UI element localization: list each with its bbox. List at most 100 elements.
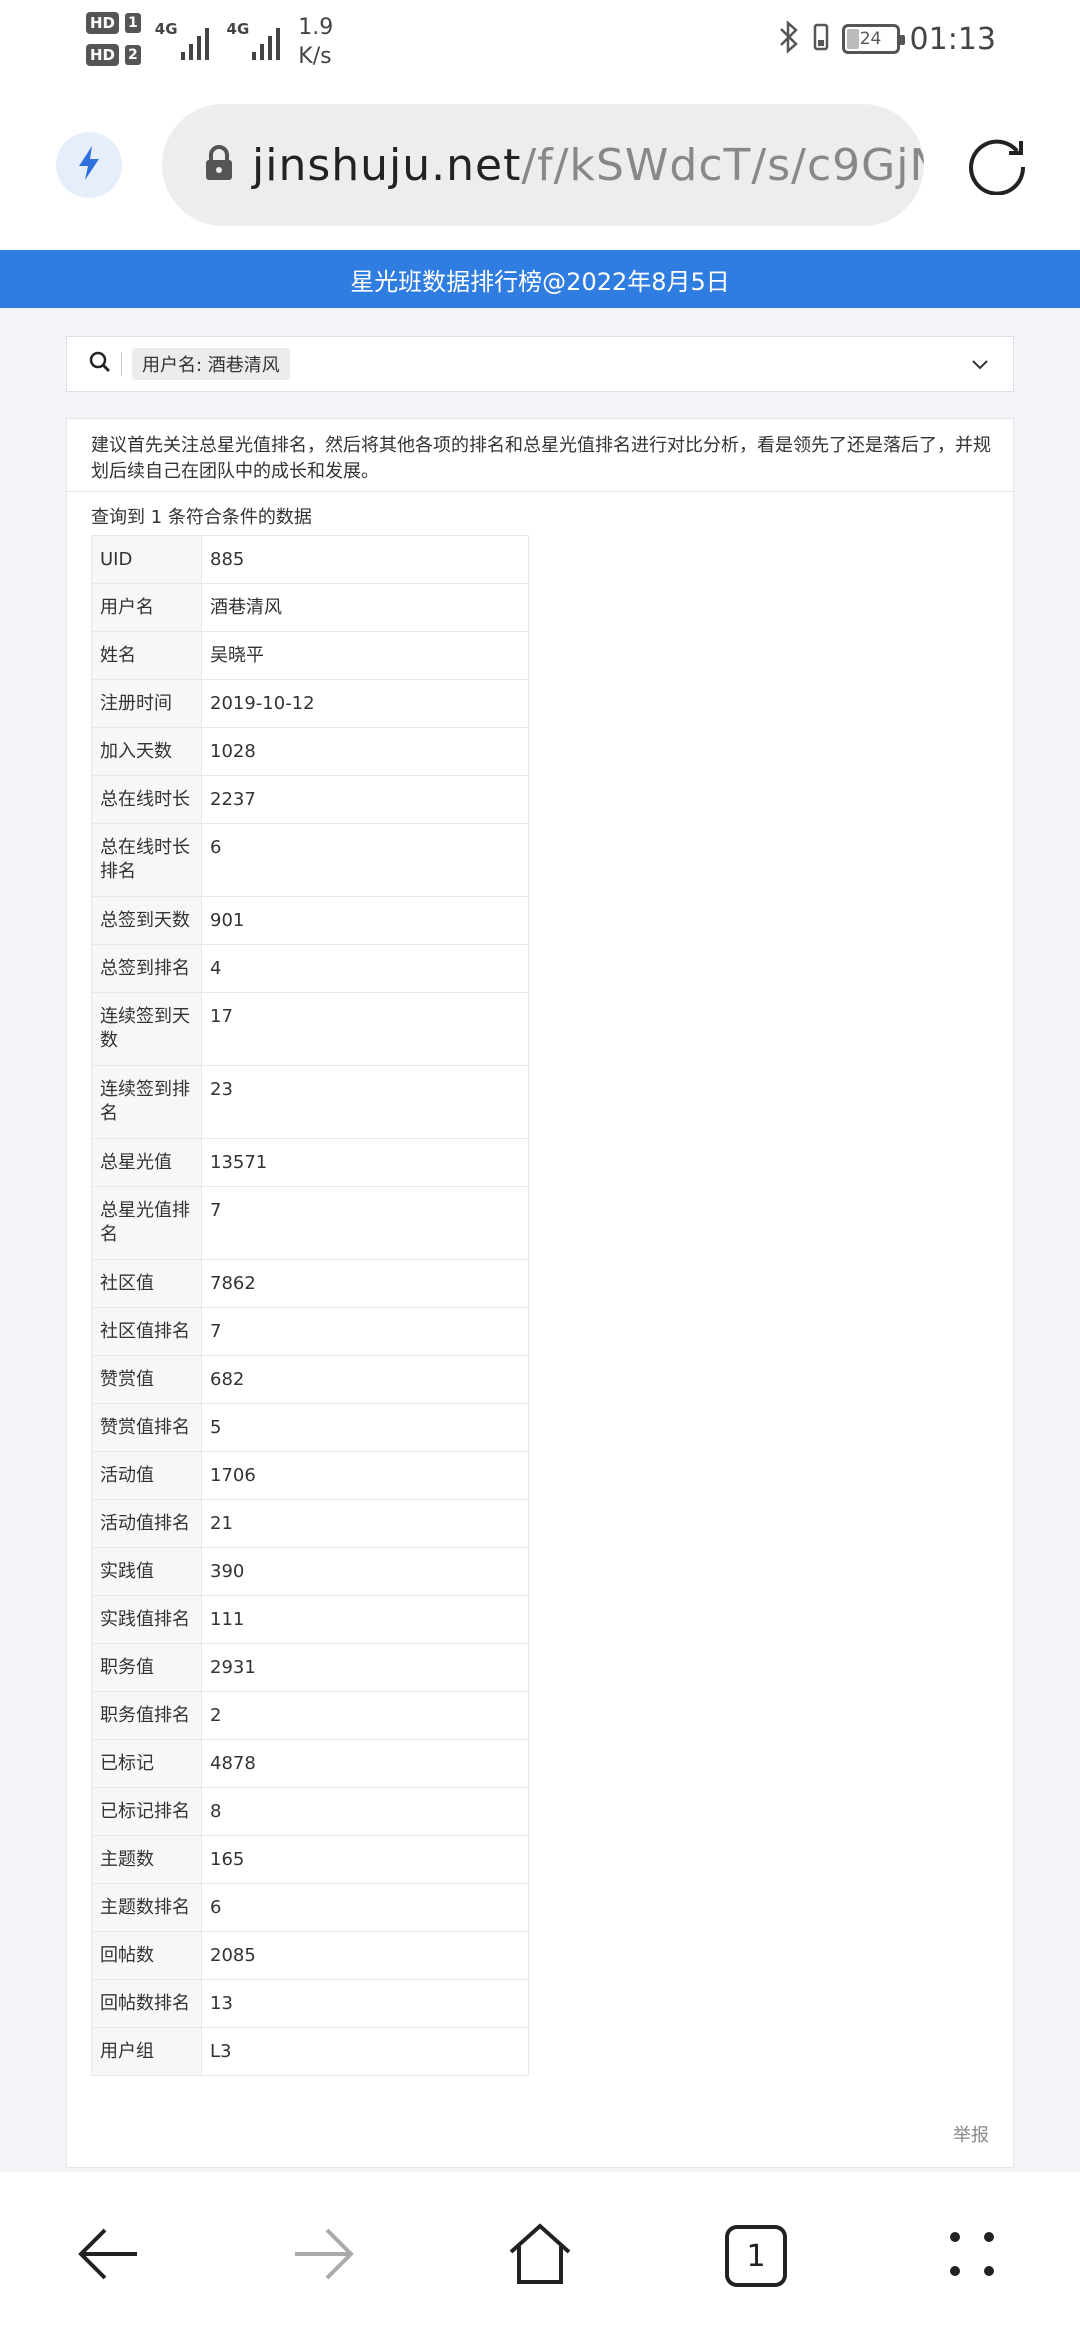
result-table: UID 885 用户名 酒巷清风 姓名 吴晓平 注册时间 2019-10-12 加入天数 1028… xyxy=(91,535,529,2076)
field-value: 2085 xyxy=(201,1931,529,1980)
url-host: jinshuju.net xyxy=(252,139,522,191)
field-value: 682 xyxy=(201,1355,529,1404)
field-value: 23 xyxy=(201,1065,529,1139)
speed-unit: K/s xyxy=(298,44,332,69)
field-value: 885 xyxy=(201,535,529,584)
field-label: 已标记 xyxy=(91,1739,202,1788)
table-row: 连续签到天数 17 xyxy=(91,992,529,1066)
network-speed: 1.9 K/s xyxy=(298,12,333,70)
signal-icon xyxy=(180,20,209,60)
divider xyxy=(67,491,1013,492)
lock-icon xyxy=(204,144,234,186)
search-icon xyxy=(89,351,111,377)
field-value: 2237 xyxy=(201,775,529,824)
table-row: 活动值 1706 xyxy=(91,1451,529,1500)
table-row: 总星光值排名 7 xyxy=(91,1186,529,1260)
table-row: 总星光值 13571 xyxy=(91,1138,529,1187)
table-row: 职务值排名 2 xyxy=(91,1691,529,1740)
field-value: 2931 xyxy=(201,1643,529,1692)
page-title-banner: 星光班数据排行榜@2022年8月5日 xyxy=(0,250,1080,308)
network-2: 4G xyxy=(227,20,281,60)
field-value: 2019-10-12 xyxy=(201,679,529,728)
url-bar[interactable]: jinshuju.net/f/kSWdcT/s/c9GjND xyxy=(162,104,924,226)
tab-count: 1 xyxy=(746,2238,766,2274)
clock: 01:13 xyxy=(909,21,996,57)
field-label: 活动值 xyxy=(91,1451,202,1500)
table-row: 总在线时长 2237 xyxy=(91,775,529,824)
battery-fill xyxy=(846,29,859,49)
field-value: 4 xyxy=(201,944,529,993)
chevron-down-icon[interactable] xyxy=(971,355,989,377)
status-left: HD 1 HD 2 4G 4G 1.9 K/s xyxy=(86,12,333,70)
tabs-icon: 1 xyxy=(725,2225,787,2287)
field-label: 活动值排名 xyxy=(91,1499,202,1548)
table-row: 总签到天数 901 xyxy=(91,896,529,945)
field-label: 主题数排名 xyxy=(91,1883,202,1932)
table-row: 总在线时长排名 6 xyxy=(91,823,529,897)
status-bar: HD 1 HD 2 4G 4G 1.9 K/s 24 01:13 xyxy=(0,0,1080,90)
field-label: 回帖数 xyxy=(91,1931,202,1980)
reload-button[interactable] xyxy=(962,130,1032,200)
table-row: UID 885 xyxy=(91,535,529,584)
sim2-indicator: HD 2 xyxy=(86,44,141,66)
field-label: 总在线时长排名 xyxy=(91,823,202,897)
more-button[interactable] xyxy=(934,2218,1010,2294)
table-row: 姓名 吴晓平 xyxy=(91,631,529,680)
field-value: 4878 xyxy=(201,1739,529,1788)
filter-tag[interactable]: 用户名: 酒巷清风 xyxy=(132,348,290,380)
result-count: 查询到 1 条符合条件的数据 xyxy=(91,507,312,528)
field-value: 8 xyxy=(201,1787,529,1836)
field-value: 7862 xyxy=(201,1259,529,1308)
field-label: 总签到天数 xyxy=(91,896,202,945)
home-button[interactable] xyxy=(502,2218,578,2294)
table-row: 用户组 L3 xyxy=(91,2027,529,2076)
report-link[interactable]: 举报 xyxy=(953,2121,989,2147)
search-filter-box[interactable]: 用户名: 酒巷清风 xyxy=(66,336,1014,392)
table-row: 回帖数排名 13 xyxy=(91,1979,529,2028)
field-value: L3 xyxy=(201,2027,529,2076)
url-path: /f/kSWdcT/s/c9GjND xyxy=(521,139,924,191)
network-type-1: 4G xyxy=(154,20,178,38)
field-value: 吴晓平 xyxy=(201,631,529,680)
field-label: 主题数 xyxy=(91,1835,202,1884)
page-title: 星光班数据排行榜@2022年8月5日 xyxy=(350,267,730,296)
battery-icon: 24 xyxy=(841,24,905,54)
field-label: 总星光值 xyxy=(91,1138,202,1187)
field-label: 已标记排名 xyxy=(91,1787,202,1836)
table-row: 注册时间 2019-10-12 xyxy=(91,679,529,728)
table-row: 社区值 7862 xyxy=(91,1259,529,1308)
field-label: 姓名 xyxy=(91,631,202,680)
field-label: 职务值排名 xyxy=(91,1691,202,1740)
field-value: 901 xyxy=(201,896,529,945)
forward-button[interactable] xyxy=(286,2218,362,2294)
field-value: 21 xyxy=(201,1499,529,1548)
bluetooth-icon xyxy=(778,20,800,58)
advice-text: 建议首先关注总星光值排名，然后将其他各项的排名和总星光值排名进行对比分析，看是领… xyxy=(91,435,991,482)
table-row: 用户名 酒巷清风 xyxy=(91,583,529,632)
network-1: 4G xyxy=(155,20,209,60)
sim-indicators: HD 1 HD 2 xyxy=(86,12,141,66)
field-value: 13 xyxy=(201,1979,529,2028)
table-row: 主题数排名 6 xyxy=(91,1883,529,1932)
result-card: 建议首先关注总星光值排名，然后将其他各项的排名和总星光值排名进行对比分析，看是领… xyxy=(66,418,1014,2168)
field-value: 17 xyxy=(201,992,529,1066)
table-row: 回帖数 2085 xyxy=(91,1931,529,1980)
table-row: 已标记排名 8 xyxy=(91,1787,529,1836)
status-right: 24 01:13 xyxy=(778,20,996,58)
bottom-nav: 1 xyxy=(0,2172,1080,2340)
field-label: 连续签到排名 xyxy=(91,1065,202,1139)
field-value: 1706 xyxy=(201,1451,529,1500)
tabs-button[interactable]: 1 xyxy=(718,2218,794,2294)
table-row: 职务值 2931 xyxy=(91,1643,529,1692)
quick-app-button[interactable] xyxy=(56,132,122,198)
field-value: 7 xyxy=(201,1186,529,1260)
sim2-number: 2 xyxy=(125,45,141,65)
field-label: 社区值排名 xyxy=(91,1307,202,1356)
back-button[interactable] xyxy=(70,2218,146,2294)
speed-value: 1.9 xyxy=(298,15,334,40)
field-value: 13571 xyxy=(201,1138,529,1187)
field-value: 165 xyxy=(201,1835,529,1884)
sim1-indicator: HD 1 xyxy=(86,12,141,34)
page-content: 用户名: 酒巷清风 建议首先关注总星光值排名，然后将其他各项的排名和总星光值排名… xyxy=(0,308,1080,2172)
field-value: 1028 xyxy=(201,727,529,776)
